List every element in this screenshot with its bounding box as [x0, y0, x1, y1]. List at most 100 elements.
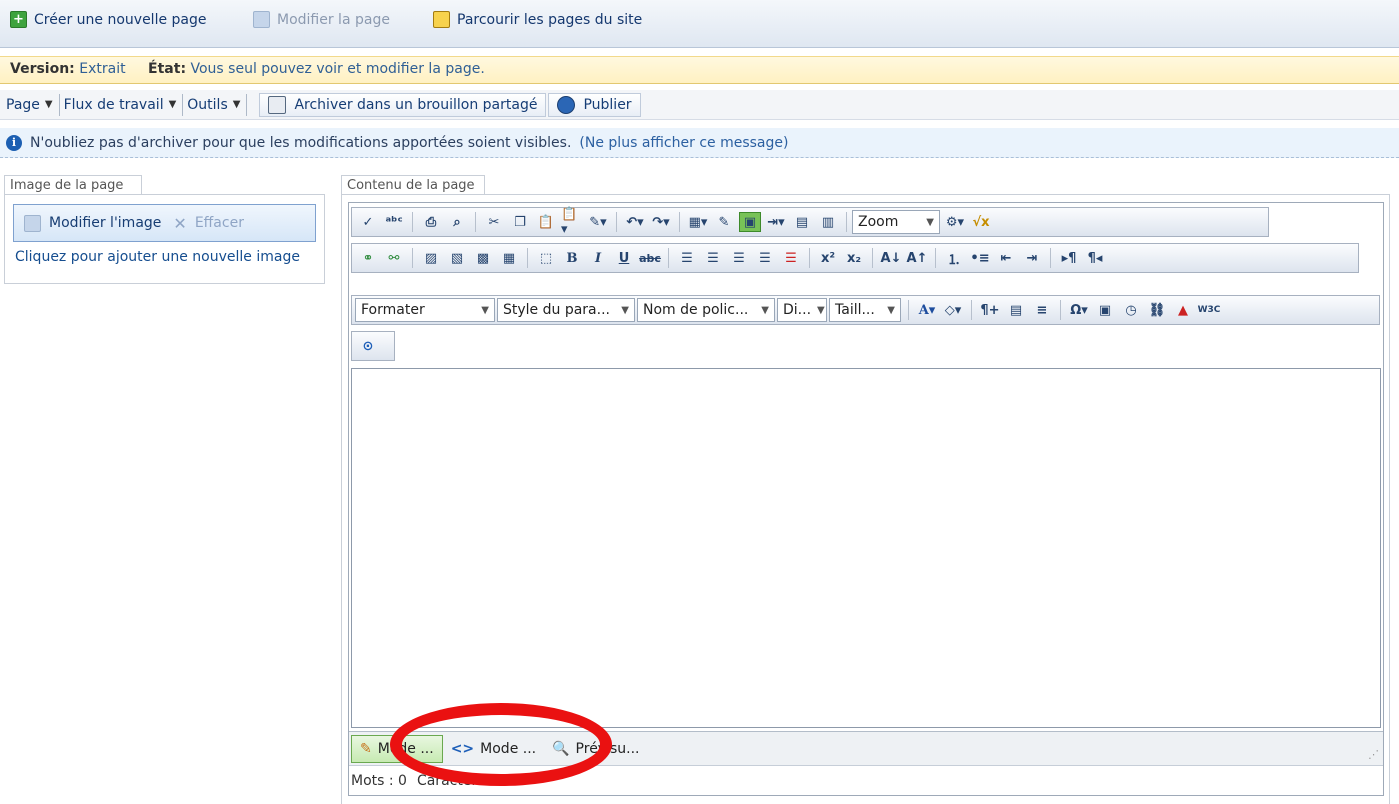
abc-check-icon[interactable]: ᵃᵇᶜ	[383, 212, 405, 232]
add-image-link[interactable]: Cliquez pour ajouter une nouvelle image	[15, 249, 300, 265]
info-icon: i	[6, 134, 22, 151]
indent-icon[interactable]: ⇥	[1021, 248, 1043, 268]
toolbar-row-2: ⚭ ⚯ ▨ ▧ ▩ ▦ ⬚ B I U abc ☰ ☰ ☰ ☰ ☰ x² x₂ …	[351, 243, 1359, 273]
media-icon[interactable]: ▦	[498, 248, 520, 268]
subscript-icon[interactable]: x₂	[843, 248, 865, 268]
chevron-down-icon: ▼	[621, 304, 629, 316]
create-page-link[interactable]: + Créer une nouvelle page	[10, 11, 206, 28]
justify-block-icon[interactable]: ≡	[1031, 300, 1053, 320]
format-painter-icon[interactable]: ✎▾	[587, 212, 609, 232]
page-icon[interactable]: ▣	[1094, 300, 1116, 320]
paste-options-icon[interactable]: 📋▾	[561, 207, 583, 237]
symbol-icon[interactable]: Ω▾	[1068, 300, 1090, 320]
toolbar-row-1: ✓ ᵃᵇᶜ ⎙ ⌕ ✂ ❐ 📋 📋▾ ✎▾ ↶▾ ↷▾ ▦▾ ✎ ▣ ⇥▾ ▤ …	[351, 207, 1269, 237]
highlight-icon[interactable]: ◇▾	[942, 300, 964, 320]
tools-icon[interactable]: ⚙▾	[944, 212, 966, 232]
page-image-panel: Modifier l'image ✕ Effacer Cliquez pour …	[4, 194, 325, 284]
rtl-icon[interactable]: ¶◂	[1084, 248, 1106, 268]
zoom-dropdown[interactable]: Zoom ▼	[852, 210, 940, 234]
dismiss-link[interactable]: (Ne plus afficher ce message)	[579, 135, 788, 151]
outdent-icon[interactable]: ⇤	[995, 248, 1017, 268]
clear-format-icon[interactable]: ☰	[780, 248, 802, 268]
insert-row-icon[interactable]: ⇥▾	[765, 212, 787, 232]
format-dropdown[interactable]: Formater ▼	[355, 298, 495, 322]
align-center-icon[interactable]: ☰	[702, 248, 724, 268]
chevron-down-icon: ▼	[232, 99, 241, 110]
underline-icon[interactable]: U	[613, 248, 635, 268]
font-name-dropdown[interactable]: Nom de polic... ▼	[637, 298, 775, 322]
select-all-icon[interactable]: ⬚	[535, 248, 557, 268]
paragraph-icon[interactable]: ¶+	[979, 300, 1001, 320]
browse-pages-link[interactable]: Parcourir les pages du site	[433, 11, 642, 28]
publish-button[interactable]: Publier	[548, 92, 641, 117]
ribbon: + Créer une nouvelle page Modifier la pa…	[0, 0, 1399, 48]
chevron-down-icon: ▼	[168, 99, 177, 110]
editor-content-area[interactable]	[351, 368, 1381, 728]
gallery-icon[interactable]: ▩	[472, 248, 494, 268]
justify-icon[interactable]: ☰	[754, 248, 776, 268]
publish-icon	[557, 95, 576, 114]
copy-icon[interactable]: ❐	[509, 212, 531, 232]
edit-table-icon[interactable]: ✎	[713, 212, 735, 232]
edit-page-link[interactable]: Modifier la page	[253, 11, 390, 28]
toolbar-row-4: ⊙	[351, 331, 395, 361]
image-map-icon[interactable]: ▧	[446, 248, 468, 268]
undo-icon[interactable]: ↶▾	[624, 212, 646, 232]
unlink-icon[interactable]: ⚯	[383, 248, 405, 268]
strike-icon[interactable]: abc	[639, 248, 661, 268]
state-label: État:	[148, 61, 187, 77]
superscript-icon[interactable]: x²	[817, 248, 839, 268]
table-icon[interactable]: ▦▾	[687, 212, 709, 232]
checkin-button[interactable]: Archiver dans un brouillon partagé	[259, 92, 547, 117]
ordered-list-icon[interactable]: ⒈	[943, 248, 965, 268]
insert-date-icon[interactable]: ▤	[1005, 300, 1027, 320]
find-icon[interactable]: ⌕	[446, 212, 468, 232]
media-player-icon[interactable]: ⊙	[357, 336, 379, 356]
columns-icon[interactable]: ▥	[817, 212, 839, 232]
paragraph-style-dropdown[interactable]: Style du para... ▼	[497, 298, 635, 322]
dimension-dropdown[interactable]: Di... ▼	[777, 298, 827, 322]
checkin-icon	[268, 95, 287, 114]
ltr-icon[interactable]: ▸¶	[1058, 248, 1080, 268]
redo-icon[interactable]: ↷▾	[650, 212, 672, 232]
spellcheck-icon[interactable]: ✓	[357, 212, 379, 232]
unordered-list-icon[interactable]: •≡	[969, 248, 991, 268]
align-left-icon[interactable]: ☰	[676, 248, 698, 268]
version-value: Extrait	[79, 61, 126, 77]
print-icon[interactable]: ⎙	[420, 212, 442, 232]
pencil-icon: ✎	[360, 740, 372, 757]
bookmark-icon[interactable]: ▲	[1172, 300, 1194, 320]
font-color-icon[interactable]: A▾	[916, 300, 938, 320]
font-size-down-icon[interactable]: A↓	[880, 248, 902, 268]
edit-image-button[interactable]: Modifier l'image	[49, 215, 161, 231]
annotation-circle	[390, 703, 612, 786]
size-dropdown[interactable]: Taill... ▼	[829, 298, 901, 322]
w3c-icon[interactable]: W3C	[1198, 300, 1221, 320]
workflow-menu[interactable]: Flux de travail ▼	[64, 93, 184, 116]
clock-icon[interactable]: ◷	[1120, 300, 1142, 320]
chevron-down-icon: ▼	[44, 99, 53, 110]
font-size-up-icon[interactable]: A↑	[906, 248, 928, 268]
page-image-title: Image de la page	[4, 175, 142, 195]
grid-icon[interactable]: ▤	[791, 212, 813, 232]
resize-grip-icon[interactable]: ⋰	[1368, 748, 1379, 761]
bold-icon[interactable]: B	[561, 248, 583, 268]
paste-icon[interactable]: 📋	[535, 212, 557, 232]
italic-icon[interactable]: I	[587, 248, 609, 268]
link-icon[interactable]: ⚭	[357, 248, 379, 268]
formula-icon[interactable]: √x	[970, 212, 992, 232]
state-value: Vous seul pouvez voir et modifier la pag…	[190, 61, 485, 77]
align-right-icon[interactable]: ☰	[728, 248, 750, 268]
page-content-title: Contenu de la page	[341, 175, 485, 195]
image-icon[interactable]: ▨	[420, 248, 442, 268]
chevron-down-icon: ▼	[887, 304, 895, 316]
info-notice: i N'oubliez pas d'archiver pour que les …	[0, 128, 1399, 158]
notice-message: N'oubliez pas d'archiver pour que les mo…	[30, 134, 572, 151]
word-count: Mots : 0	[351, 772, 407, 789]
tools-menu[interactable]: Outils ▼	[187, 93, 248, 116]
hyperlink-icon[interactable]: ⛓	[1146, 300, 1168, 320]
clear-button[interactable]: Effacer	[195, 215, 244, 231]
page-menu[interactable]: Page ▼	[6, 93, 60, 116]
template-icon[interactable]: ▣	[739, 212, 761, 232]
cut-icon[interactable]: ✂	[483, 212, 505, 232]
